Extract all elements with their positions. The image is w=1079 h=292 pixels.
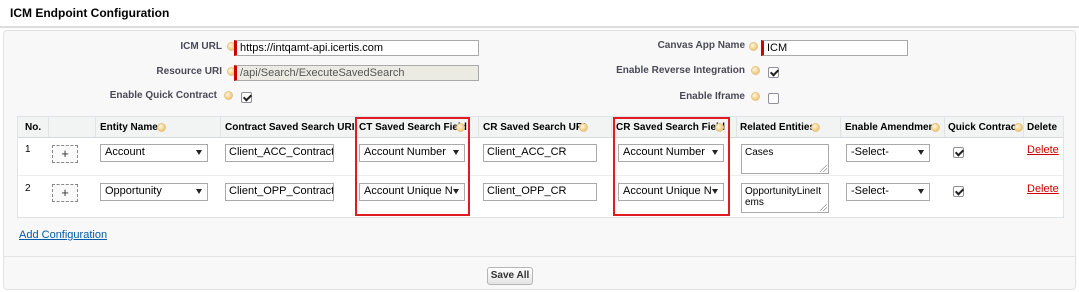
add-configuration-link[interactable]: Add Configuration	[19, 229, 107, 241]
row-number: 1	[25, 144, 31, 155]
column-divider	[478, 117, 479, 138]
cr-saved-search-uri-input[interactable]: Client_OPP_CR	[483, 183, 597, 201]
cr-saved-search-field-highlight	[613, 117, 730, 216]
enable-iframe-label: Enable Iframe	[679, 91, 745, 102]
dropdown-arrow-icon	[196, 189, 202, 194]
column-divider	[48, 117, 49, 138]
col-header-enable-amendment: Enable Amendment	[845, 122, 938, 133]
table-header-row: No. Entity Name Contract Saved Search UR…	[18, 117, 1063, 138]
resize-grip-icon[interactable]	[820, 165, 827, 172]
help-icon	[749, 42, 758, 51]
quick-contract-checkbox[interactable]	[953, 147, 964, 158]
help-icon	[751, 66, 760, 75]
delete-link[interactable]: Delete	[1027, 183, 1059, 195]
related-entities-textarea[interactable]: OpportunityLineItems	[741, 183, 829, 213]
plus-icon[interactable]: +	[52, 145, 78, 163]
title-divider	[0, 26, 1079, 28]
resize-grip-icon[interactable]	[820, 204, 827, 211]
related-entities-value: OpportunityLineItems	[745, 186, 822, 208]
contract-saved-search-uri-input[interactable]: Client_ACC_Contract	[225, 144, 334, 162]
quick-contract-checkbox[interactable]	[953, 186, 964, 197]
help-icon	[931, 123, 940, 132]
column-divider	[736, 117, 737, 138]
entity-name-select[interactable]: Account	[100, 144, 208, 162]
col-header-contract-saved-search-uri: Contract Saved Search URI	[225, 122, 355, 133]
entity-name-value: Account	[105, 146, 145, 158]
delete-link[interactable]: Delete	[1027, 144, 1059, 156]
column-divider	[95, 117, 96, 138]
row-divider	[18, 175, 1063, 176]
dropdown-arrow-icon	[196, 150, 202, 155]
enable-reverse-integration-checkbox[interactable]	[768, 67, 779, 78]
enable-quick-contract-checkbox[interactable]	[241, 92, 252, 103]
resource-uri-input: /api/Search/ExecuteSavedSearch	[234, 65, 479, 81]
column-divider	[840, 117, 841, 138]
enable-reverse-integration-label: Enable Reverse Integration	[616, 65, 745, 76]
column-divider	[220, 117, 221, 138]
dropdown-arrow-icon	[918, 189, 924, 194]
col-header-quick-contract: Quick Contract	[948, 122, 1020, 133]
col-header-entity-name: Entity Name	[100, 122, 158, 133]
enable-quick-contract-label: Enable Quick Contract	[109, 90, 217, 101]
icm-url-label: ICM URL	[180, 41, 222, 52]
help-icon	[224, 91, 233, 100]
col-header-delete: Delete	[1027, 122, 1058, 133]
contract-saved-search-uri-input[interactable]: Client_OPP_Contract	[225, 183, 334, 201]
help-icon	[579, 123, 588, 132]
page-title: ICM Endpoint Configuration	[10, 6, 170, 20]
help-icon	[1014, 123, 1023, 132]
related-entities-value: Cases	[745, 147, 774, 158]
enable-amendment-value: -Select-	[851, 146, 889, 158]
column-divider	[944, 117, 945, 138]
column-divider	[1023, 117, 1024, 138]
entity-name-value: Opportunity	[105, 185, 162, 197]
canvas-app-name-input[interactable]: ICM	[761, 40, 908, 56]
save-all-button[interactable]: Save All	[487, 267, 533, 285]
column-divider	[611, 117, 612, 138]
col-header-no: No.	[25, 122, 42, 133]
enable-amendment-select[interactable]: -Select-	[846, 144, 930, 162]
plus-icon[interactable]: +	[52, 184, 78, 202]
col-header-related-entities: Related Entities	[740, 122, 816, 133]
help-icon	[157, 123, 166, 132]
help-icon	[811, 123, 820, 132]
canvas-app-name-label: Canvas App Name	[657, 40, 745, 51]
row-number: 2	[25, 183, 31, 194]
footer-divider	[4, 256, 1075, 257]
enable-amendment-select[interactable]: -Select-	[846, 183, 930, 201]
config-panel: ICM URL https://intqamt-api.icertis.com …	[3, 30, 1076, 290]
resource-uri-label: Resource URI	[156, 66, 222, 77]
entity-name-select[interactable]: Opportunity	[100, 183, 208, 201]
enable-amendment-value: -Select-	[851, 185, 889, 197]
icm-url-input[interactable]: https://intqamt-api.icertis.com	[234, 40, 479, 56]
help-icon	[751, 92, 760, 101]
related-entities-textarea[interactable]: Cases	[741, 144, 829, 174]
ct-saved-search-field-highlight	[355, 117, 470, 216]
col-header-cr-saved-search-uri: CR Saved Search URI	[483, 122, 586, 133]
configuration-table: No. Entity Name Contract Saved Search UR…	[17, 116, 1064, 218]
enable-iframe-checkbox[interactable]	[768, 93, 779, 104]
dropdown-arrow-icon	[918, 150, 924, 155]
cr-saved-search-uri-input[interactable]: Client_ACC_CR	[483, 144, 597, 162]
